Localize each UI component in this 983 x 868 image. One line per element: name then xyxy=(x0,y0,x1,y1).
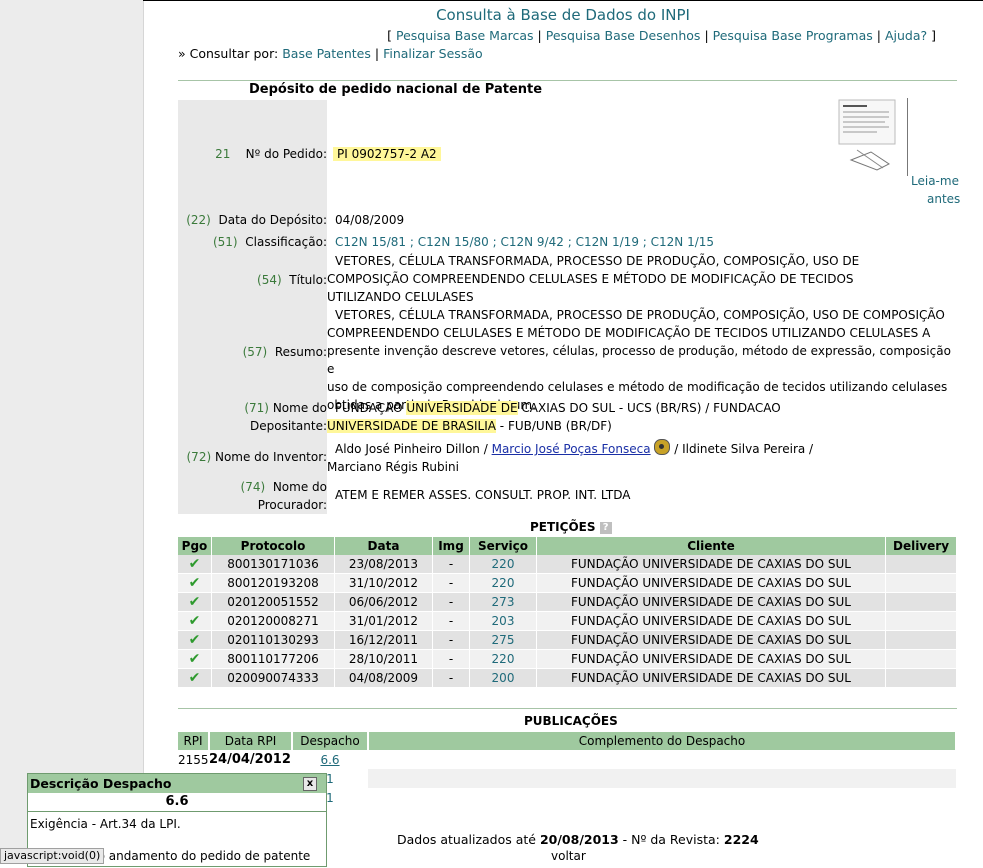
pedido-value: PI 0902757-2 A2 xyxy=(333,145,441,163)
field-label-inventor: (72) Nome do Inventor: xyxy=(186,450,328,464)
check-icon: ✔ xyxy=(178,668,212,688)
table-row: ✔ 020090074333 04/08/2009 - 200 FUNDAÇÃO… xyxy=(178,668,957,688)
servico-link[interactable]: 220 xyxy=(469,573,537,593)
field-label-titulo: (54) Título: xyxy=(257,273,327,287)
link-ajuda[interactable]: Ajuda? xyxy=(885,28,927,43)
classificacao-values: C12N 15/81 ; C12N 15/80 ; C12N 9/42 ; C1… xyxy=(335,235,715,249)
divider xyxy=(178,708,957,709)
table-row: ✔ 020110130293 16/12/2011 - 275 FUNDAÇÃO… xyxy=(178,630,957,650)
check-icon: ✔ xyxy=(178,573,212,593)
check-icon: ✔ xyxy=(178,649,212,669)
check-icon: ✔ xyxy=(178,611,212,631)
page-title: Consulta à Base de Dados do INPI xyxy=(436,6,690,24)
despacho-link[interactable]: 1 xyxy=(326,791,334,805)
peticoes-title: PETIÇÕES ? xyxy=(530,520,612,534)
field-label-classificacao: (51) Classificação: xyxy=(212,235,327,249)
check-icon: ✔ xyxy=(178,555,212,574)
inventor-value: Aldo José Pinheiro Dillon / Marcio José … xyxy=(327,439,947,476)
check-icon: ✔ xyxy=(178,630,212,650)
classificacao-link[interactable]: C12N 9/42 xyxy=(500,235,563,249)
popup-despacho-code: 6.6 xyxy=(28,793,326,812)
publicacoes-title: PUBLICAÇÕES xyxy=(524,714,618,728)
link-pesquisa-marcas[interactable]: Pesquisa Base Marcas xyxy=(396,28,534,43)
divider xyxy=(178,80,957,81)
table-row: 2155 24/04/2012 6.6 xyxy=(178,752,340,767)
depositante-value: FUNDAÇAO UNIVERSIDADE DE CAXIAS DO SUL -… xyxy=(327,401,781,433)
despacho-link[interactable]: 6.6 xyxy=(320,753,339,767)
browser-status-bar: javascript:void(0) xyxy=(0,848,105,864)
field-label-resumo: (57) Resumo: xyxy=(242,345,327,359)
titulo-value: VETORES, CÉLULA TRANSFORMADA, PROCESSO D… xyxy=(327,254,860,304)
table-row: ✔ 800130171036 23/08/2013 - 220 FUNDAÇÃO… xyxy=(178,555,957,574)
classificacao-link[interactable]: C12N 15/80 xyxy=(418,235,489,249)
lattes-icon[interactable] xyxy=(654,439,671,455)
field-label-pedido: 21 Nº do Pedido: xyxy=(215,147,327,161)
popup-title-bar: Descrição Despacho x xyxy=(28,774,326,793)
main-content: Consulta à Base de Dados do INPI [ Pesqu… xyxy=(143,0,983,863)
servico-link[interactable]: 220 xyxy=(469,555,537,574)
check-icon: ✔ xyxy=(178,592,212,612)
field-label-procurador: (74) Nome do Procurador: xyxy=(240,480,327,512)
servico-link[interactable]: 273 xyxy=(469,592,537,612)
resumo-value: VETORES, CÉLULA TRANSFORMADA, PROCESSO D… xyxy=(327,308,951,412)
servico-link[interactable]: 200 xyxy=(469,668,537,688)
classificacao-link[interactable]: C12N 15/81 xyxy=(335,235,406,249)
table-header-row: Pgo Protocolo Data Img Serviço Cliente D… xyxy=(178,537,957,555)
servico-link[interactable]: 203 xyxy=(469,611,537,631)
left-sidebar xyxy=(0,0,144,863)
top-links: [ Pesquisa Base Marcas | Pesquisa Base D… xyxy=(387,28,936,43)
classificacao-link[interactable]: C12N 1/19 xyxy=(576,235,639,249)
section-title-deposito: Depósito de pedido nacional de Patente xyxy=(249,82,543,97)
peticoes-table: Pgo Protocolo Data Img Serviço Cliente D… xyxy=(178,537,957,688)
table-row: ✔ 800120193208 31/10/2012 - 220 FUNDAÇÃO… xyxy=(178,573,957,593)
classificacao-link[interactable]: C12N 1/15 xyxy=(651,235,714,249)
table-header-row: RPI Data RPI Despacho Complemento do Des… xyxy=(178,732,957,750)
consult-nav: » Consultar por: Base Patentes | Finaliz… xyxy=(178,46,483,61)
procurador-value: ATEM E REMER ASSES. CONSULT. PROP. INT. … xyxy=(335,488,631,502)
field-label-depositante: (71) Nome do Depositante: xyxy=(244,401,327,433)
close-icon[interactable]: x xyxy=(303,777,317,791)
servico-link[interactable]: 220 xyxy=(469,649,537,669)
inventor-lattes-link[interactable]: Marcio José Poças Fonseca xyxy=(492,442,651,456)
antes-link[interactable]: antes xyxy=(927,190,960,208)
field-label-deposito: (22) Data do Depósito: xyxy=(186,213,327,227)
link-base-patentes[interactable]: Base Patentes xyxy=(282,46,371,61)
link-finalizar-sessao[interactable]: Finalizar Sessão xyxy=(383,46,483,61)
link-pesquisa-programas[interactable]: Pesquisa Base Programas xyxy=(713,28,873,43)
despacho-link[interactable]: 1 xyxy=(326,772,334,786)
table-row: ✔ 020120051552 06/06/2012 - 273 FUNDAÇÃO… xyxy=(178,592,957,612)
deposito-value: 04/08/2009 xyxy=(335,213,405,227)
help-icon[interactable]: ? xyxy=(599,522,612,534)
link-pesquisa-desenhos[interactable]: Pesquisa Base Desenhos xyxy=(546,28,701,43)
document-thumbnail[interactable] xyxy=(837,98,908,176)
table-row: ✔ 800110177206 28/10/2011 - 220 FUNDAÇÃO… xyxy=(178,649,957,669)
leia-me-link[interactable]: Leia-me xyxy=(911,172,959,190)
table-row: ✔ 020120008271 31/01/2012 - 203 FUNDAÇÃO… xyxy=(178,611,957,631)
thumbnail-drawing-icon xyxy=(838,99,896,171)
servico-link[interactable]: 275 xyxy=(469,630,537,650)
voltar-link[interactable]: voltar xyxy=(551,847,586,865)
